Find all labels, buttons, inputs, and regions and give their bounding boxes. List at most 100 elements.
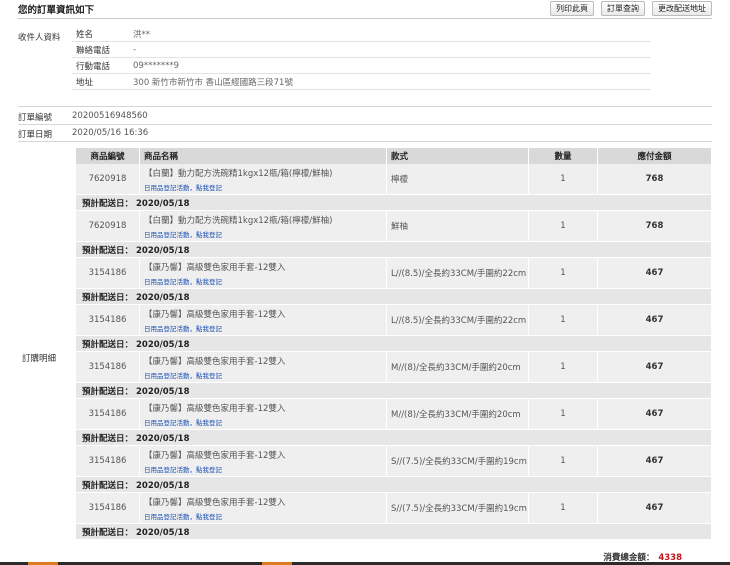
product-name[interactable]: 【康乃馨】高級雙色家用手套-12雙入	[144, 355, 386, 367]
divider	[18, 141, 712, 142]
ship-date: 2020/05/18	[135, 527, 190, 538]
product-code: 3154186	[76, 305, 140, 336]
table-row: 3154186 【康乃馨】高級雙色家用手套-12雙入 日用品登記活動，點我登記 M…	[76, 399, 712, 430]
product-qty: 1	[529, 164, 598, 195]
product-name[interactable]: 【康乃馨】高級雙色家用手套-12雙入	[144, 308, 386, 320]
product-code: 3154186	[76, 446, 140, 477]
ship-date-label: 預計配送日：	[82, 245, 134, 256]
field-label: 聯絡電話	[76, 45, 111, 56]
recipient-mobile-row: 行動電話 09*******9	[72, 58, 651, 74]
ship-date-label: 預計配送日：	[82, 527, 134, 538]
product-spec: 檸檬	[387, 164, 529, 195]
divider	[18, 106, 712, 107]
field-label: 姓名	[76, 29, 94, 40]
table-row: 3154186 【康乃馨】高級雙色家用手套-12雙入 日用品登記活動，點我登記 L…	[76, 305, 712, 336]
col-header-spec: 款式	[387, 148, 529, 164]
table-row: 7620918 【白蘭】動力配方洗碗精1kgx12瓶/箱(檸檬/鮮柚) 日用品登記…	[76, 164, 712, 195]
product-spec: L//(8.5)/全長約33CM/手圍約22cm	[387, 305, 529, 336]
product-name[interactable]: 【康乃馨】高級雙色家用手套-12雙入	[144, 402, 386, 414]
product-spec: S//(7.5)/全長約33CM/手圍約19cm	[387, 446, 529, 477]
ship-date-label: 預計配送日：	[82, 386, 134, 397]
product-name[interactable]: 【康乃馨】高級雙色家用手套-12雙入	[144, 261, 386, 273]
product-cell: 【康乃馨】高級雙色家用手套-12雙入 日用品登記活動，點我登記	[140, 305, 387, 336]
product-cell: 【康乃馨】高級雙色家用手套-12雙入 日用品登記活動，點我登記	[140, 399, 387, 430]
event-link[interactable]: 日用品登記活動，點我登記	[144, 417, 386, 427]
table-row: 3154186 【康乃馨】高級雙色家用手套-12雙入 日用品登記活動，點我登記 S…	[76, 446, 712, 477]
change-address-button[interactable]: 更改配送地址	[652, 1, 712, 16]
ship-date: 2020/05/18	[135, 292, 190, 303]
product-amount: 467	[598, 305, 712, 336]
product-cell: 【白蘭】動力配方洗碗精1kgx12瓶/箱(檸檬/鮮柚) 日用品登記活動，點我登記	[140, 211, 387, 242]
order-number: 20200516948560	[72, 111, 148, 121]
event-link[interactable]: 日用品登記活動，點我登記	[144, 276, 386, 286]
ship-date-label: 預計配送日：	[82, 480, 134, 491]
event-link[interactable]: 日用品登記活動，點我登記	[144, 229, 386, 239]
product-name[interactable]: 【康乃馨】高級雙色家用手套-12雙入	[144, 496, 386, 508]
page-header: 您的訂單資訊如下 列印此頁 訂單查詢 更改配送地址	[18, 0, 712, 19]
product-spec: M//(8)/全長約33CM/手圍約20cm	[387, 352, 529, 383]
field-label: 行動電話	[76, 61, 111, 72]
product-spec: M//(8)/全長約33CM/手圍約20cm	[387, 399, 529, 430]
divider	[18, 124, 712, 125]
product-amount: 768	[598, 164, 712, 195]
col-header-code: 商品編號	[76, 148, 140, 164]
product-cell: 【康乃馨】高級雙色家用手套-12雙入 日用品登記活動，點我登記	[140, 493, 387, 524]
product-amount: 768	[598, 211, 712, 242]
order-query-button[interactable]: 訂單查詢	[601, 1, 645, 16]
product-qty: 1	[529, 305, 598, 336]
product-qty: 1	[529, 258, 598, 289]
product-spec: L//(8.5)/全長約33CM/手圍約22cm	[387, 258, 529, 289]
product-spec: S//(7.5)/全長約33CM/手圍約19cm	[387, 493, 529, 524]
ship-date: 2020/05/18	[135, 339, 190, 350]
col-header-name: 商品名稱	[140, 148, 387, 164]
product-code: 3154186	[76, 352, 140, 383]
recipient-info: 姓名 洪** 聯絡電話 - 行動電話 09*******9 地址 300 新竹市…	[72, 26, 651, 90]
ship-date: 2020/05/18	[135, 198, 190, 209]
product-name[interactable]: 【白蘭】動力配方洗碗精1kgx12瓶/箱(檸檬/鮮柚)	[144, 167, 386, 179]
event-link[interactable]: 日用品登記活動，點我登記	[144, 370, 386, 380]
product-code: 3154186	[76, 399, 140, 430]
event-link[interactable]: 日用品登記活動，點我登記	[144, 323, 386, 333]
recipient-name-row: 姓名 洪**	[72, 26, 651, 42]
col-header-amount: 應付金額	[598, 148, 712, 164]
col-header-qty: 數量	[529, 148, 598, 164]
event-link[interactable]: 日用品登記活動，點我登記	[144, 511, 386, 521]
table-row: 7620918 【白蘭】動力配方洗碗精1kgx12瓶/箱(檸檬/鮮柚) 日用品登記…	[76, 211, 712, 242]
ship-date-row: 預計配送日： 2020/05/18	[76, 242, 712, 258]
product-cell: 【康乃馨】高級雙色家用手套-12雙入 日用品登記活動，點我登記	[140, 446, 387, 477]
event-link[interactable]: 日用品登記活動，點我登記	[144, 464, 386, 474]
order-number-label: 訂單編號	[18, 113, 53, 123]
table-header-row: 商品編號 商品名稱 款式 數量 應付金額	[76, 148, 712, 164]
product-qty: 1	[529, 399, 598, 430]
recipient-name: 洪**	[133, 29, 151, 40]
recipient-phone-row: 聯絡電話 -	[72, 42, 651, 58]
table-row: 3154186 【康乃馨】高級雙色家用手套-12雙入 日用品登記活動，點我登記 L…	[76, 258, 712, 289]
ship-date-label: 預計配送日：	[82, 339, 134, 350]
ship-date-row: 預計配送日： 2020/05/18	[76, 430, 712, 446]
ship-date-row: 預計配送日： 2020/05/18	[76, 336, 712, 352]
order-date: 2020/05/16 16:36	[72, 128, 149, 138]
ship-date-label: 預計配送日：	[82, 292, 134, 303]
field-label: 地址	[76, 77, 94, 88]
ship-date-row: 預計配送日： 2020/05/18	[76, 383, 712, 399]
product-amount: 467	[598, 446, 712, 477]
product-cell: 【白蘭】動力配方洗碗精1kgx12瓶/箱(檸檬/鮮柚) 日用品登記活動，點我登記	[140, 164, 387, 195]
product-code: 7620918	[76, 164, 140, 195]
product-name[interactable]: 【白蘭】動力配方洗碗精1kgx12瓶/箱(檸檬/鮮柚)	[144, 214, 386, 226]
print-page-button[interactable]: 列印此頁	[550, 1, 594, 16]
ship-date-row: 預計配送日： 2020/05/18	[76, 524, 712, 540]
product-amount: 467	[598, 258, 712, 289]
table-row: 3154186 【康乃馨】高級雙色家用手套-12雙入 日用品登記活動，點我登記 M…	[76, 352, 712, 383]
recipient-mobile: 09*******9	[133, 60, 179, 71]
header-actions: 列印此頁 訂單查詢 更改配送地址	[550, 1, 712, 16]
product-cell: 【康乃馨】高級雙色家用手套-12雙入 日用品登記活動，點我登記	[140, 352, 387, 383]
product-amount: 467	[598, 352, 712, 383]
product-code: 3154186	[76, 258, 140, 289]
page-title: 您的訂單資訊如下	[18, 5, 95, 16]
product-name[interactable]: 【康乃馨】高級雙色家用手套-12雙入	[144, 449, 386, 461]
ship-date: 2020/05/18	[135, 480, 190, 491]
recipient-address: 300 新竹市新竹市 香山區經國路三段71號	[133, 77, 293, 88]
product-qty: 1	[529, 446, 598, 477]
ship-date-label: 預計配送日：	[82, 198, 134, 209]
event-link[interactable]: 日用品登記活動，點我登記	[144, 182, 386, 192]
